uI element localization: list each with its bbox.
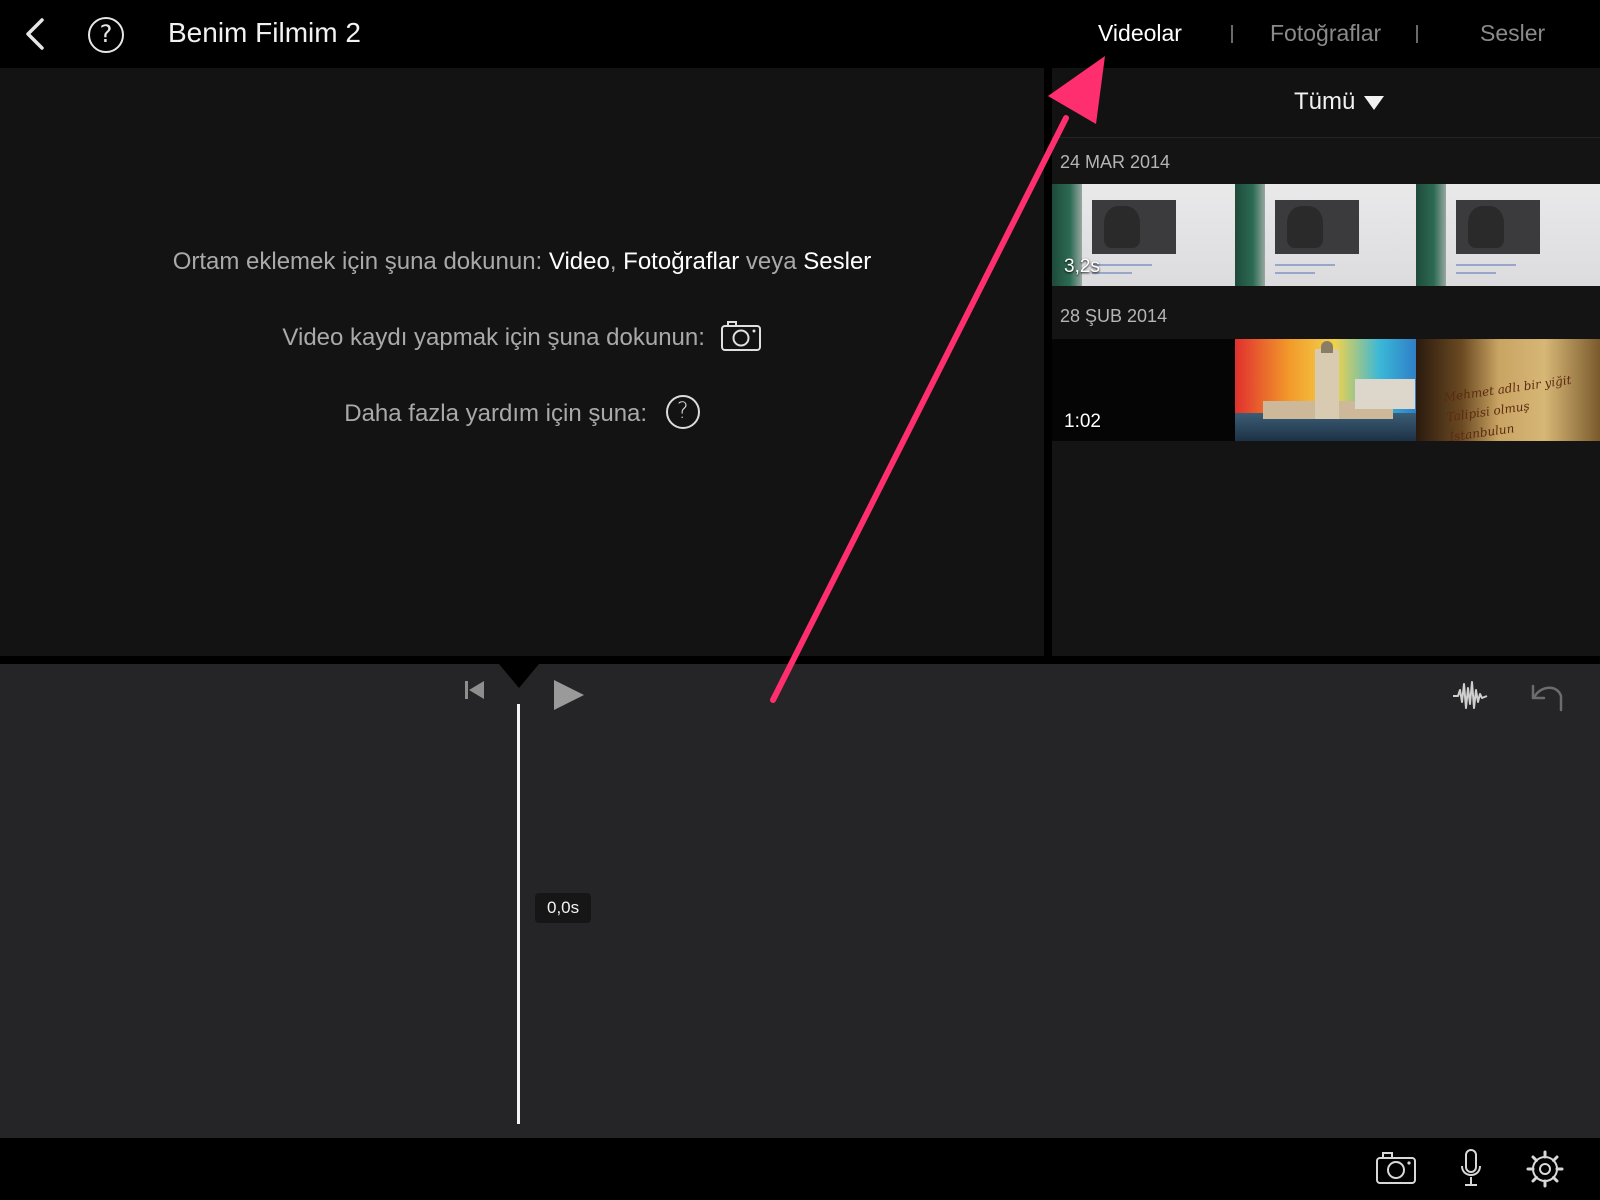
video-clip-thumbnail[interactable] [1235,184,1416,286]
date-header: 28 ŞUB 2014 [1060,306,1168,326]
top-bar: ? Benim Filmim 2 Videolar Fotoğraflar Se… [0,0,1600,68]
more-help-hint: Daha fazla yardım için şuna: ? [0,394,1044,429]
timeline-divider [0,656,1600,664]
timeline[interactable] [0,664,1600,1138]
chevron-left-icon [26,18,44,50]
add-media-hint: Ortam eklemek için şuna dokunun: Video, … [0,248,1044,276]
tab-separator [1416,25,1418,43]
gear-icon [1526,1150,1564,1188]
hint-text: Daha fazla yardım için şuna: [344,400,648,427]
playhead-marker [499,664,539,688]
panel-divider [1044,68,1052,656]
hint-photos-link: Fotoğraflar [623,248,740,275]
playhead[interactable] [517,704,520,1124]
settings-button[interactable] [1526,1150,1564,1193]
camera-icon [1376,1152,1416,1184]
caret-down-icon[interactable] [1364,96,1384,110]
hint-or: veya [739,248,804,275]
help-button[interactable]: ? [88,17,124,53]
video-clip-thumbnail[interactable] [1235,339,1416,441]
filter-dropdown[interactable]: Tümü [1294,88,1355,116]
hint-comma: , [609,248,624,275]
video-clip-thumbnail[interactable]: 3,2s [1052,184,1235,286]
camera-button[interactable] [1375,1151,1417,1190]
project-title: Benim Filmim 2 [168,17,361,48]
play-icon [554,680,584,710]
clip-duration: 3,2s [1064,256,1100,277]
playhead-time: 0,0s [535,893,592,923]
skip-to-start-button[interactable] [463,678,487,707]
play-button[interactable] [552,678,586,717]
camera-icon[interactable] [720,320,762,352]
clip-overlay-text: Mehmet adlı bir yiğit Talipisi olmuş İst… [1442,372,1573,441]
tab-photos[interactable]: Fotoğraflar [1270,20,1381,47]
date-header: 24 MAR 2014 [1060,152,1171,172]
microphone-icon [1461,1149,1481,1186]
clip-duration: 1:02 [1064,411,1101,432]
tab-audio[interactable]: Sesler [1480,20,1545,47]
undo-icon [1531,684,1563,712]
undo-button[interactable] [1527,678,1565,719]
hint-text: Ortam eklemek için şuna dokunun: [172,248,549,275]
video-clip-thumbnail[interactable]: Mehmet adlı bir yiğit Talipisi olmuş İst… [1416,339,1600,441]
help-icon[interactable]: ? [665,394,700,429]
skip-to-start-icon [465,681,484,699]
hint-video-link: Video [548,248,610,275]
hint-audio-link: Sesler [803,248,872,275]
record-video-hint: Video kaydı yapmak için şuna dokunun: [0,320,1044,352]
tab-videos[interactable]: Videolar [1098,20,1182,47]
back-button[interactable] [18,16,52,52]
video-clip-thumbnail[interactable] [1416,184,1600,286]
tab-separator [1231,25,1233,43]
preview-viewer: Ortam eklemek için şuna dokunun: Video, … [0,68,1044,656]
bottom-toolbar [0,1138,1600,1200]
video-clip-thumbnail[interactable]: 1:02 [1052,339,1235,441]
hint-text: Video kaydı yapmak için şuna dokunun: [282,324,705,351]
media-browser: Tümü 24 MAR 2014 3,2s 28 ŞUB 2014 1:02 M… [1052,68,1600,656]
microphone-button[interactable] [1459,1148,1483,1193]
audio-waveform-button[interactable] [1452,678,1488,719]
audio-waveform-icon [1453,681,1488,709]
filter-bar: Tümü [1052,68,1600,138]
